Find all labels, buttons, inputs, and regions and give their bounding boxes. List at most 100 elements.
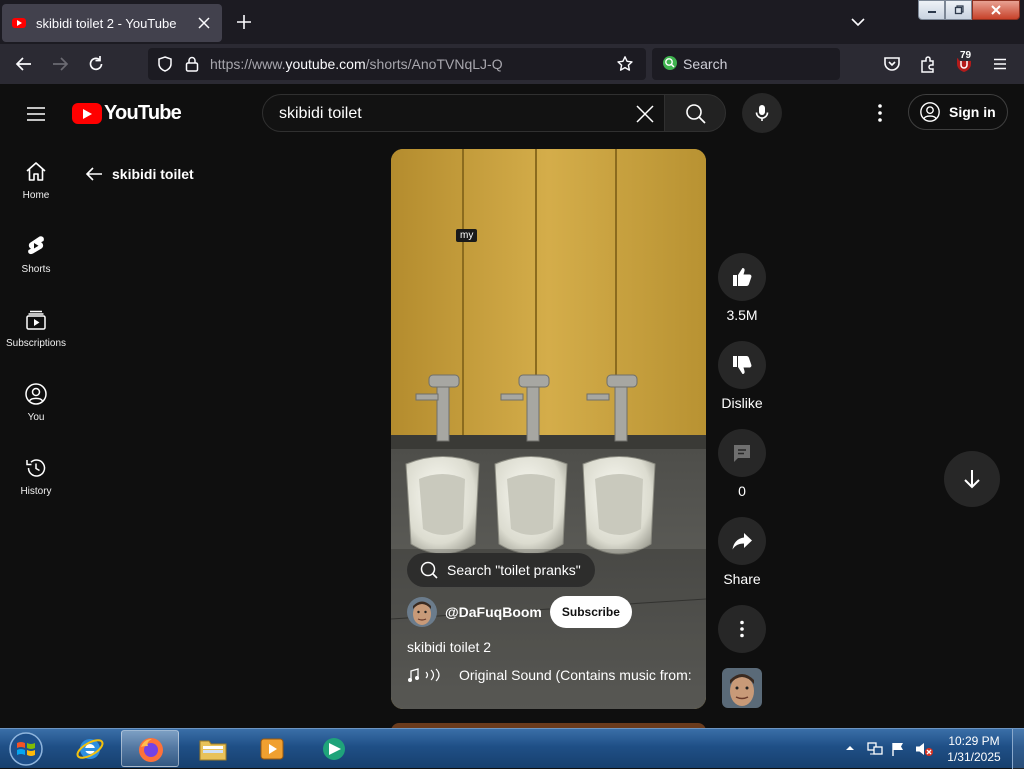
network-icon[interactable] [866, 741, 884, 757]
reload-icon[interactable] [86, 54, 106, 74]
window-controls [918, 0, 1022, 20]
media-player-icon [260, 738, 284, 760]
sound-thumbnail[interactable] [722, 668, 762, 708]
account-circle-icon [920, 102, 940, 122]
sidebar-item-shorts[interactable]: Shorts [0, 216, 72, 290]
sidebar-label-subscriptions: Subscriptions [5, 338, 67, 349]
search-query: skibidi toilet [279, 105, 362, 122]
settings-more-icon[interactable] [868, 101, 892, 125]
shorts-icon [28, 236, 44, 255]
channel-row: @DaFuqBoom Subscribe [407, 596, 632, 628]
sign-in-label: Sign in [949, 104, 996, 120]
minimize-button[interactable] [918, 0, 945, 20]
search-button[interactable] [664, 94, 726, 132]
home-icon [26, 162, 46, 181]
arrow-left-icon [85, 167, 102, 181]
more-vert-icon [740, 620, 744, 638]
share-button[interactable] [718, 517, 766, 565]
windows-start-orb-icon [9, 732, 43, 766]
youtube-wordmark: YouTube [104, 101, 182, 124]
internet-explorer-icon [76, 739, 104, 759]
show-desktop-button[interactable] [1012, 729, 1024, 769]
list-all-tabs-icon[interactable] [850, 14, 866, 30]
subscriptions-icon [26, 310, 46, 330]
youtube-play-logo-icon [72, 102, 102, 124]
youtube-header: YouTube skibidi toilet Sign in [0, 84, 1024, 142]
guide-menu-icon[interactable] [24, 102, 48, 126]
action-center-flag-icon[interactable] [890, 741, 906, 757]
video-title[interactable]: skibidi toilet 2 [407, 639, 491, 655]
history-icon [26, 459, 46, 477]
sidebar-item-home[interactable]: Home [0, 142, 72, 216]
thumbs-down-icon [733, 356, 752, 374]
url-text: https://www.youtube.com/shorts/AnoTVNqLJ… [210, 56, 503, 72]
youtube-search-input[interactable]: skibidi toilet [262, 94, 666, 132]
back-to-search-results[interactable]: skibidi toilet [84, 164, 194, 184]
sidebar-item-you[interactable]: You [0, 364, 72, 438]
restore-button[interactable] [945, 0, 972, 20]
video-caption-text: my [456, 229, 478, 242]
close-window-button[interactable] [972, 0, 1020, 20]
browser-tab-bar: skibidi toilet 2 - YouTube [0, 0, 1024, 44]
subscribe-button[interactable]: Subscribe [549, 596, 632, 628]
channel-avatar[interactable] [407, 597, 437, 627]
pocket-icon[interactable] [882, 54, 902, 74]
bookmark-star-icon[interactable] [616, 55, 634, 73]
browser-tab[interactable]: skibidi toilet 2 - YouTube [2, 4, 222, 42]
taskbar-file-explorer[interactable] [183, 730, 241, 767]
browser-search-placeholder: Search [683, 56, 728, 72]
tab-title: skibidi toilet 2 - YouTube [36, 15, 177, 31]
folder-icon [199, 740, 227, 761]
tracking-protection-shield-icon[interactable] [156, 55, 174, 73]
clock-date: 1/31/2025 [947, 750, 1001, 764]
taskbar-internet-explorer[interactable] [61, 730, 119, 767]
related-search-chip[interactable]: Search "toilet pranks" [407, 553, 595, 587]
comment-icon [734, 445, 750, 462]
more-actions-button[interactable] [718, 605, 766, 653]
firefox-icon [139, 738, 163, 762]
avatar-face-icon [407, 597, 437, 627]
forward-arrow-icon[interactable] [50, 54, 70, 74]
lock-icon[interactable] [184, 55, 200, 73]
like-button[interactable] [718, 253, 766, 301]
like-count: 3.5M [726, 307, 758, 323]
close-tab-icon[interactable] [196, 15, 212, 31]
comment-count: 0 [738, 483, 746, 499]
start-button[interactable] [6, 730, 46, 768]
search-context-label: skibidi toilet [112, 166, 194, 182]
volume-muted-icon[interactable] [914, 741, 934, 757]
taskbar-firefox[interactable] [121, 730, 179, 767]
sidebar-item-history[interactable]: History [0, 438, 72, 512]
next-video-button[interactable] [944, 451, 1000, 507]
sidebar-item-subscriptions[interactable]: Subscriptions [0, 290, 72, 364]
thumbs-up-icon [733, 268, 752, 286]
taskbar-clock[interactable]: 10:29 PM 1/31/2025 [944, 733, 1004, 765]
search-icon [686, 104, 706, 124]
address-bar[interactable]: https://www.youtube.com/shorts/AnoTVNqLJ… [148, 48, 646, 80]
show-hidden-icons-icon[interactable] [844, 743, 856, 753]
share-label: Share [723, 571, 761, 587]
dislike-button[interactable] [718, 341, 766, 389]
sidebar-label-history: History [20, 486, 52, 497]
new-tab-icon[interactable] [234, 12, 254, 32]
microphone-icon [755, 105, 769, 121]
back-arrow-icon[interactable] [14, 54, 34, 74]
arrow-down-icon [964, 470, 980, 489]
dislike-label: Dislike [721, 395, 763, 411]
youtube-logo[interactable]: YouTube [72, 101, 182, 124]
channel-name[interactable]: @DaFuqBoom [445, 604, 542, 620]
extensions-puzzle-icon[interactable] [918, 54, 938, 74]
search-engine-icon [663, 56, 677, 70]
sound-row[interactable]: Original Sound (Contains music from: [407, 667, 697, 683]
browser-search-field[interactable]: Search [652, 48, 840, 80]
clear-search-icon[interactable] [633, 102, 657, 126]
voice-search-button[interactable] [742, 93, 782, 133]
taskbar-media-player[interactable] [243, 730, 301, 767]
sidebar-label-you: You [27, 412, 45, 423]
comments-button[interactable] [718, 429, 766, 477]
related-search-label: Search "toilet pranks" [447, 562, 581, 578]
windows-taskbar: 10:29 PM 1/31/2025 [0, 728, 1024, 769]
app-menu-icon[interactable] [990, 54, 1010, 74]
taskbar-app[interactable] [305, 730, 363, 767]
sign-in-button[interactable]: Sign in [908, 94, 1008, 130]
